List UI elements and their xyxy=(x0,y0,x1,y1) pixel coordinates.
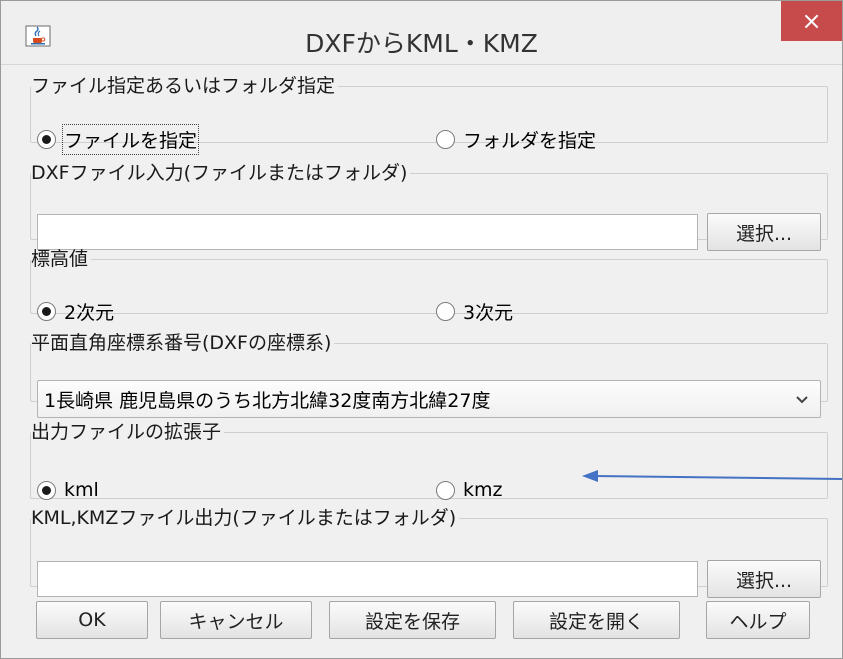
annotation-arrow-icon xyxy=(582,470,842,482)
radio-folder-label: フォルダを指定 xyxy=(463,130,597,152)
radio-kml-indicator[interactable] xyxy=(37,480,56,500)
radio-folder-indicator[interactable] xyxy=(436,130,455,149)
window-title: DXFからKML・KMZ xyxy=(305,29,538,58)
radio-file[interactable]: ファイルを指定 xyxy=(37,124,200,155)
radio-file-indicator[interactable] xyxy=(37,130,56,149)
radio-kmz-indicator[interactable] xyxy=(436,480,455,500)
save-settings-button[interactable]: 設定を保存 xyxy=(329,601,496,639)
radio-2d-indicator[interactable] xyxy=(37,302,56,321)
radio-2d[interactable]: 2次元 xyxy=(37,298,114,325)
open-settings-button[interactable]: 設定を開く xyxy=(513,601,680,639)
radio-kml[interactable]: kml xyxy=(37,479,99,501)
output-ext-group: 出力ファイルの拡張子 kml kmz xyxy=(30,421,828,501)
radio-kml-label: kml xyxy=(64,479,99,501)
kml-select-button[interactable]: 選択... xyxy=(707,560,821,598)
help-button[interactable]: ヘルプ xyxy=(706,601,810,639)
file-spec-legend: ファイル指定あるいはフォルダ指定 xyxy=(31,75,336,97)
chevron-down-icon xyxy=(796,396,808,404)
radio-file-label: ファイルを指定 xyxy=(61,124,200,155)
title-bar[interactable]: DXFからKML・KMZ × xyxy=(1,1,842,65)
dxf-input-legend: DXFファイル入力(ファイルまたはフォルダ) xyxy=(31,162,408,184)
elevation-radio-row: 2次元 3次元 xyxy=(31,296,827,326)
ok-button[interactable]: OK xyxy=(36,601,148,639)
cancel-button[interactable]: キャンセル xyxy=(160,601,312,639)
kml-output-legend: KML,KMZファイル出力(ファイルまたはフォルダ) xyxy=(31,507,457,529)
elevation-legend: 標高値 xyxy=(31,248,89,270)
kml-output-field[interactable] xyxy=(37,561,698,597)
coord-system-selected: 1長崎県 鹿児島県のうち北方北緯32度南方北緯27度 xyxy=(44,389,491,412)
radio-kmz[interactable]: kmz xyxy=(436,479,502,501)
dialog-content: ファイル指定あるいはフォルダ指定 ファイルを指定 フォルダを指定 DXFファイル… xyxy=(22,67,830,652)
close-button[interactable]: × xyxy=(781,1,842,41)
coord-system-group: 平面直角座標系番号(DXFの座標系) 1長崎県 鹿児島県のうち北方北緯32度南方… xyxy=(30,332,828,418)
file-spec-group: ファイル指定あるいはフォルダ指定 ファイルを指定 フォルダを指定 xyxy=(30,75,828,155)
radio-2d-label: 2次元 xyxy=(64,302,115,324)
radio-kmz-label: kmz xyxy=(463,479,503,501)
radio-3d-label: 3次元 xyxy=(463,302,514,324)
dialog-window: DXFからKML・KMZ × ファイル指定あるいはフォルダ指定 ファイルを指定 … xyxy=(0,0,843,659)
dxf-select-button[interactable]: 選択... xyxy=(707,213,821,251)
radio-folder[interactable]: フォルダを指定 xyxy=(436,126,596,153)
output-ext-legend: 出力ファイルの拡張子 xyxy=(31,421,222,443)
coord-system-dropdown[interactable]: 1長崎県 鹿児島県のうち北方北緯32度南方北緯27度 xyxy=(37,380,821,418)
kml-output-group: KML,KMZファイル出力(ファイルまたはフォルダ) 選択... xyxy=(30,507,828,598)
dxf-input-group: DXFファイル入力(ファイルまたはフォルダ) 選択... xyxy=(30,162,828,251)
coord-system-legend: 平面直角座標系番号(DXFの座標系) xyxy=(31,332,332,354)
file-spec-radio-row: ファイルを指定 フォルダを指定 xyxy=(31,123,827,155)
close-icon: × xyxy=(801,7,822,35)
radio-3d-indicator[interactable] xyxy=(436,302,455,321)
dxf-input-field[interactable] xyxy=(37,214,698,250)
radio-3d[interactable]: 3次元 xyxy=(436,298,513,325)
elevation-group: 標高値 2次元 3次元 xyxy=(30,248,828,324)
